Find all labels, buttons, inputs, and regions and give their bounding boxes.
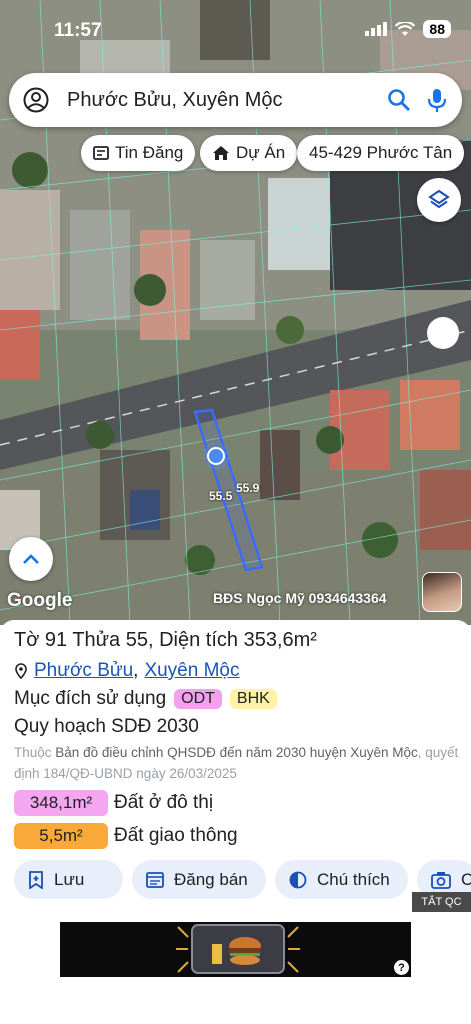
purpose-badge-odt: ODT xyxy=(174,689,222,709)
news-icon xyxy=(93,146,109,160)
action-buttons: Lưu Đăng bán Chú thích C xyxy=(14,860,471,899)
commune-link[interactable]: Phước Bửu xyxy=(34,660,133,682)
chip-label: Tin Đăng xyxy=(115,143,184,162)
google-logo: Google xyxy=(7,590,73,611)
district-link[interactable]: Xuyên Mộc xyxy=(144,660,239,682)
seller-contact: BĐS Ngọc Mỹ 0934643364 xyxy=(213,590,387,606)
legend-button[interactable]: Chú thích xyxy=(275,860,408,899)
avatar[interactable] xyxy=(422,572,462,612)
purpose-label: Mục đích sử dụng xyxy=(14,688,167,709)
house-icon xyxy=(213,146,229,160)
land-type-row: 5,5m² Đất giao thông xyxy=(14,823,238,849)
account-icon[interactable] xyxy=(23,87,49,113)
land-type-row: 348,1m² Đất ở đô thị xyxy=(14,790,213,816)
chip-label: 45-429 Phước Tân xyxy=(309,143,453,162)
chip-tin-dang[interactable]: Tin Đăng xyxy=(81,135,196,171)
parcel-title: Tờ 91 Thửa 55, Diện tích 353,6m² xyxy=(14,629,317,651)
battery-indicator: 88 xyxy=(423,20,451,38)
land-type-name: Đất giao thông xyxy=(114,825,238,846)
status-time: 11:57 xyxy=(54,20,102,41)
search-icon[interactable] xyxy=(386,87,412,113)
microphone-icon[interactable] xyxy=(424,87,450,113)
contrast-icon xyxy=(289,871,307,888)
search-bar[interactable]: Phước Bửu, Xuyên Mộc xyxy=(9,73,462,127)
parcel-dimension-a: 55.9 xyxy=(236,481,260,495)
land-type-name: Đất ở đô thị xyxy=(114,792,214,813)
parcel-location: Phước Bửu , Xuyên Mộc xyxy=(14,660,239,682)
parcel-info-sheet: Tờ 91 Thửa 55, Diện tích 353,6m² Phước B… xyxy=(0,620,471,920)
save-button[interactable]: Lưu xyxy=(14,860,123,899)
chevron-up-icon xyxy=(23,554,39,564)
capture-label: C xyxy=(461,869,471,889)
wifi-icon xyxy=(395,21,416,36)
layers-button[interactable] xyxy=(417,178,461,222)
land-area: 5,5m² xyxy=(14,823,108,849)
legend-label: Chú thích xyxy=(317,869,390,889)
ad-info-icon[interactable]: ? xyxy=(394,960,409,975)
plan-label: Quy hoạch SDĐ 2030 xyxy=(14,716,199,737)
ad-image xyxy=(60,922,411,977)
chip-recent-search[interactable]: 45-429 Phước Tân xyxy=(297,135,465,171)
purpose-badge-bhk: BHK xyxy=(229,689,277,709)
land-area: 348,1m² xyxy=(14,790,108,816)
status-bar: 11:57 88 xyxy=(0,0,471,60)
map-view[interactable]: 55.9 55.5 11:57 88 Phước Bửu, Xuyên Mộc xyxy=(0,0,471,625)
signal-icon xyxy=(365,22,388,36)
listing-icon xyxy=(146,871,164,888)
chip-label: Dự Án xyxy=(236,143,286,162)
land-purpose: Mục đích sử dụng ODT BHK xyxy=(14,688,277,710)
search-input[interactable]: Phước Bửu, Xuyên Mộc xyxy=(67,89,386,112)
location-separator: , xyxy=(133,660,139,681)
save-icon xyxy=(29,870,43,889)
location-pin-icon xyxy=(15,663,27,679)
post-sale-label: Đăng bán xyxy=(174,869,248,889)
layers-icon xyxy=(428,189,450,209)
camera-icon xyxy=(431,871,451,889)
post-sale-button[interactable]: Đăng bán xyxy=(132,860,266,899)
close-ad-button[interactable]: TẮT QC xyxy=(412,892,471,912)
map-control-dot[interactable] xyxy=(427,317,459,349)
save-label: Lưu xyxy=(54,869,85,889)
plan-source: Thuộc Bản đồ điều chỉnh QHSDĐ đến năm 20… xyxy=(14,742,464,784)
chip-du-an[interactable]: Dự Án xyxy=(200,135,298,171)
ad-banner[interactable]: ? xyxy=(60,922,411,977)
parcel-dimension-b: 55.5 xyxy=(209,489,233,503)
source-prefix: Thuộc xyxy=(14,745,52,760)
expand-up-button[interactable] xyxy=(9,537,53,581)
source-text: Bản đồ điều chỉnh QHSDĐ đến năm 2030 huy… xyxy=(55,745,418,760)
